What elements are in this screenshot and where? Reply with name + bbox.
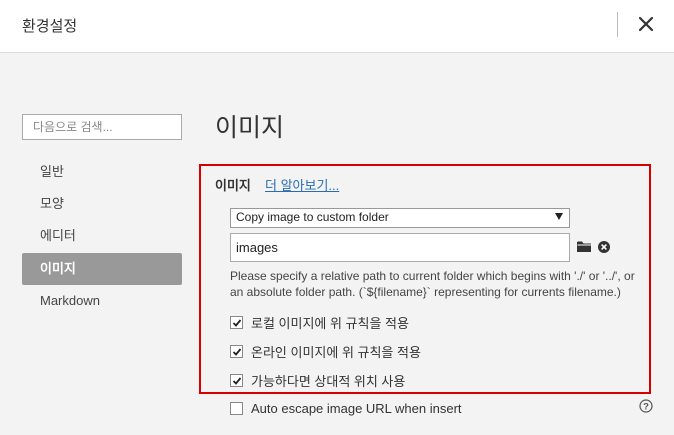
window-title: 환경설정 — [22, 18, 78, 35]
sidebar-item-markdown[interactable]: Markdown — [22, 285, 182, 317]
svg-text:?: ? — [643, 402, 649, 413]
close-icon — [638, 16, 654, 32]
check-icon — [232, 347, 241, 356]
dropdown-arrow-icon — [555, 213, 563, 220]
page-title: 이미지 — [215, 114, 285, 142]
titlebar-divider — [617, 12, 618, 37]
folder-hint: Please specify a relative path to curren… — [230, 269, 635, 299]
search-input[interactable] — [22, 114, 182, 140]
option-auto-escape[interactable]: Auto escape image URL when insert — [230, 401, 462, 416]
option-local-images[interactable]: 로컬 이미지에 위 규칙을 적용 — [230, 313, 409, 332]
option-label: 가능하다면 상대적 위치 사용 — [251, 374, 406, 389]
sidebar-item-editor[interactable]: 에디터 — [22, 220, 182, 252]
learn-more-link[interactable]: 더 알아보기... — [265, 175, 339, 194]
check-icon — [232, 318, 241, 327]
checkbox[interactable] — [230, 402, 243, 415]
option-label: Auto escape image URL when insert — [251, 401, 462, 416]
sidebar-item-image[interactable]: 이미지 — [22, 253, 182, 285]
checkbox[interactable] — [230, 316, 243, 329]
insert-action-value: Copy image to custom folder — [236, 210, 389, 224]
option-relative-path[interactable]: 가능하다면 상대적 위치 사용 — [230, 371, 405, 390]
image-folder-input[interactable] — [230, 233, 570, 262]
clear-icon[interactable] — [598, 241, 610, 253]
sidebar-item-appearance[interactable]: 모양 — [22, 188, 182, 220]
titlebar: 환경설정 — [0, 0, 674, 53]
option-online-images[interactable]: 온라인 이미지에 위 규칙을 적용 — [230, 342, 421, 361]
option-label: 로컬 이미지에 위 규칙을 적용 — [251, 316, 409, 331]
checkbox[interactable] — [230, 374, 243, 387]
sidebar-item-general[interactable]: 일반 — [22, 156, 182, 188]
close-button[interactable] — [633, 11, 659, 37]
help-icon[interactable]: ? — [639, 399, 653, 413]
option-label: 온라인 이미지에 위 규칙을 적용 — [251, 345, 421, 360]
folder-icon[interactable] — [577, 240, 592, 253]
insert-action-select[interactable]: Copy image to custom folder — [230, 208, 570, 228]
check-icon — [232, 376, 241, 385]
checkbox[interactable] — [230, 345, 243, 358]
section-label: 이미지 — [215, 178, 251, 193]
